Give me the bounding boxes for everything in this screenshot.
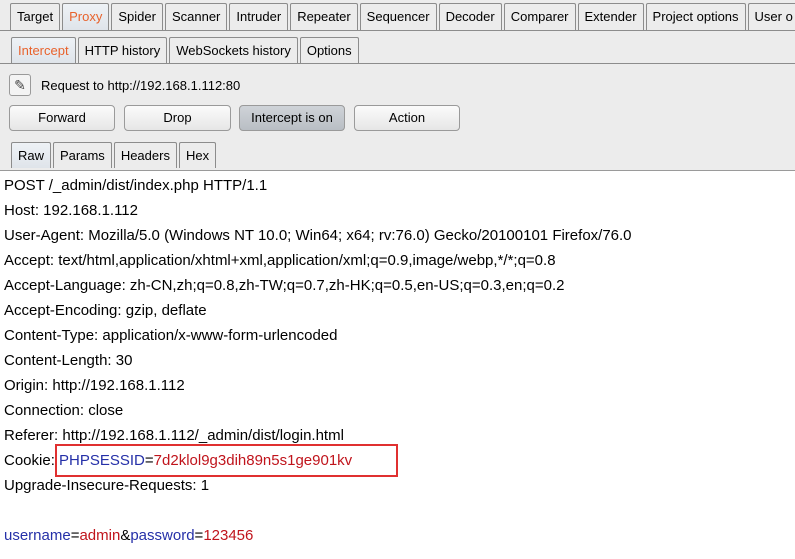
body-param-username-key: username (4, 527, 71, 544)
tab-user-options[interactable]: User o (747, 3, 795, 30)
tab-intruder[interactable]: Intruder (229, 3, 289, 30)
tab-extender[interactable]: Extender (577, 3, 644, 30)
cookie-value: 7d2klol9g3dih89n5s1ge901kv (153, 452, 353, 469)
tab-raw[interactable]: Raw (11, 142, 52, 168)
cookie-label: Cookie: (4, 452, 60, 469)
header-content-length: Content-Length: 30 (4, 352, 133, 369)
tab-decoder[interactable]: Decoder (438, 3, 502, 30)
message-view-tab-bar: Raw Params Headers Hex (11, 142, 218, 168)
header-upgrade-insecure-requests: Upgrade-Insecure-Requests: 1 (4, 477, 210, 494)
body-param-password-key: password (130, 527, 195, 544)
tab-spider[interactable]: Spider (111, 3, 163, 30)
body-param-password-value: 123456 (203, 527, 254, 544)
proxy-tab-divider (0, 63, 795, 64)
cookie-equals: = (144, 452, 154, 469)
tab-proxy[interactable]: Proxy (62, 3, 110, 30)
header-cookie: Cookie: PHPSESSID=7d2klol9g3dih89n5s1ge9… (4, 451, 352, 471)
header-host: Host: 192.168.1.112 (4, 202, 138, 219)
request-target-label: Request to http://192.168.1.112:80 (41, 78, 241, 93)
tab-hex[interactable]: Hex (178, 142, 217, 168)
action-button[interactable]: Action (354, 105, 460, 131)
cookie-name: PHPSESSID (59, 452, 145, 469)
tab-options[interactable]: Options (299, 37, 359, 63)
tab-target[interactable]: Target (10, 3, 61, 30)
main-tab-bar: Target Proxy Spider Scanner Intruder Rep… (10, 3, 795, 30)
intercept-toggle-button[interactable]: Intercept is on (239, 105, 345, 131)
body-param-username-value: admin (79, 527, 121, 544)
request-body: username=admin&password=123456 (4, 526, 253, 546)
header-connection: Connection: close (4, 402, 124, 419)
tab-headers[interactable]: Headers (113, 142, 177, 168)
tab-repeater[interactable]: Repeater (290, 3, 358, 30)
main-tab-divider (0, 30, 795, 31)
tab-project-options[interactable]: Project options (645, 3, 746, 30)
proxy-tab-bar: Intercept HTTP history WebSockets histor… (11, 37, 361, 63)
tab-websockets-history[interactable]: WebSockets history (169, 37, 298, 63)
tab-scanner[interactable]: Scanner (164, 3, 228, 30)
drop-button[interactable]: Drop (124, 105, 231, 131)
request-editor[interactable]: POST /_admin/dist/index.php HTTP/1.1 Hos… (0, 170, 795, 559)
tab-http-history[interactable]: HTTP history (77, 37, 168, 63)
header-user-agent: User-Agent: Mozilla/5.0 (Windows NT 10.0… (4, 227, 632, 244)
header-origin: Origin: http://192.168.1.112 (4, 377, 185, 394)
tab-sequencer[interactable]: Sequencer (359, 3, 437, 30)
request-line: POST /_admin/dist/index.php HTTP/1.1 (4, 177, 268, 194)
tab-params[interactable]: Params (53, 142, 112, 168)
edit-icon[interactable]: ✎ (9, 74, 31, 96)
tab-intercept[interactable]: Intercept (11, 37, 76, 63)
body-equals-2: = (194, 527, 204, 544)
tab-comparer[interactable]: Comparer (503, 3, 576, 30)
header-accept-language: Accept-Language: zh-CN,zh;q=0.8,zh-TW;q=… (4, 277, 565, 294)
forward-button[interactable]: Forward (9, 105, 115, 131)
header-referer: Referer: http://192.168.1.112/_admin/dis… (4, 427, 344, 444)
header-accept-encoding: Accept-Encoding: gzip, deflate (4, 302, 207, 319)
body-ampersand: & (120, 527, 131, 544)
header-accept: Accept: text/html,application/xhtml+xml,… (4, 252, 556, 269)
header-content-type: Content-Type: application/x-www-form-url… (4, 327, 338, 344)
